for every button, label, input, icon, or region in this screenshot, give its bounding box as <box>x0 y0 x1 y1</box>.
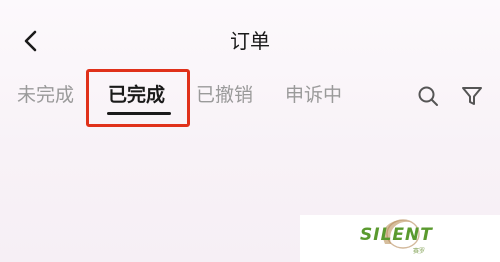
filter-icon <box>462 87 482 105</box>
page-title: 订单 <box>230 29 270 53</box>
search-icon <box>418 86 438 106</box>
orders-screen: 订单 未完成 已完成 已撤销 申诉中 SILENT 赛罗 <box>0 0 500 262</box>
highlight-annotation-box <box>86 69 190 127</box>
watermark-subtext: 赛罗 <box>413 248 426 255</box>
watermark-text: SILENT <box>360 225 433 245</box>
tab-in-complaint[interactable]: 申诉中 <box>285 82 342 108</box>
tab-incomplete[interactable]: 未完成 <box>17 82 74 108</box>
search-button[interactable] <box>416 84 440 108</box>
watermark-logo: SILENT 赛罗 <box>355 214 445 256</box>
tab-cancelled[interactable]: 已撤销 <box>196 82 253 108</box>
filter-button[interactable] <box>460 84 484 108</box>
